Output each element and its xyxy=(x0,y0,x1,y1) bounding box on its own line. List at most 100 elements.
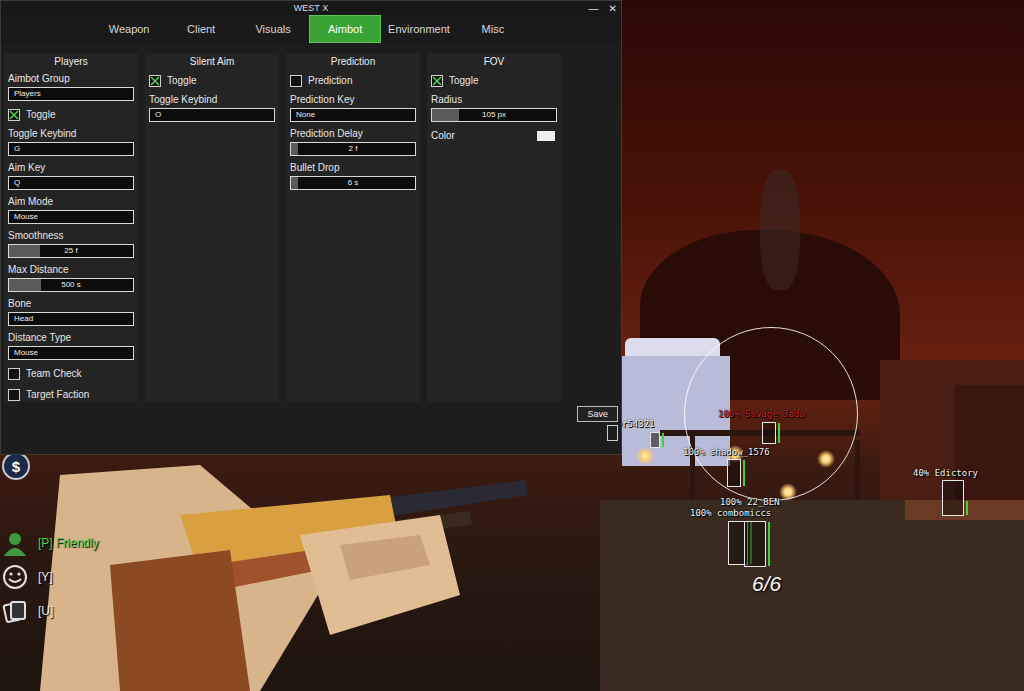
tab[interactable]: Visuals xyxy=(237,15,309,43)
field[interactable]: G xyxy=(8,142,134,156)
slider-fill xyxy=(432,109,459,121)
slider-item: Bullet Drop 6 s xyxy=(290,162,416,190)
field-item: Aim Key Q xyxy=(8,162,134,190)
field-label: Toggle Keybind xyxy=(8,128,134,140)
slider[interactable]: 105 px xyxy=(431,108,557,122)
field-label: Aim Key xyxy=(8,162,134,174)
resize-grip[interactable] xyxy=(607,425,618,441)
checkbox-row[interactable]: Toggle xyxy=(8,107,134,123)
field-label: Toggle Keybind xyxy=(149,94,275,106)
checkbox-row[interactable]: Toggle xyxy=(149,73,275,89)
checkbox-label: Toggle xyxy=(26,109,55,121)
road xyxy=(600,500,1024,691)
checkbox-label: Toggle xyxy=(167,75,196,87)
slider-item: Prediction Delay2 f xyxy=(290,128,416,156)
checkbox[interactable] xyxy=(8,389,20,401)
tab[interactable]: Client xyxy=(165,15,237,43)
tab[interactable]: Weapon xyxy=(93,15,165,43)
check-icon xyxy=(9,110,19,120)
slider-fill xyxy=(291,143,298,155)
column-header: Prediction xyxy=(290,53,416,71)
checkbox-label: Toggle xyxy=(449,75,478,87)
check-icon xyxy=(432,76,442,86)
slider-value: 6 s xyxy=(296,178,410,187)
lamp xyxy=(779,483,797,501)
keybind-label: [P] Friendly xyxy=(38,536,99,550)
color-label: Color xyxy=(431,130,455,142)
color-row: Color xyxy=(431,128,557,144)
cards-icon xyxy=(2,598,28,624)
checkbox[interactable] xyxy=(290,75,302,87)
settings-column: FOVToggleRadius105 pxColor xyxy=(427,53,561,403)
field[interactable]: Mouse xyxy=(8,346,134,360)
checkbox-row[interactable]: Target Faction xyxy=(8,387,134,403)
window-control[interactable]: ✕ xyxy=(609,3,617,14)
color-swatch[interactable] xyxy=(537,131,555,141)
title-bar[interactable]: WEST X—✕ xyxy=(1,1,621,15)
tab-bar: WeaponClientVisualsAimbotEnvironmentMisc xyxy=(1,15,621,43)
esp-label: 100% combomiccs xyxy=(690,508,771,518)
window-title: WEST X xyxy=(294,3,328,13)
esp-box xyxy=(727,459,741,487)
health-bar xyxy=(743,460,745,486)
slider[interactable]: 25 f xyxy=(8,244,134,258)
checkbox[interactable] xyxy=(8,109,20,121)
esp-label: 100% shadow_1576 xyxy=(683,447,770,457)
field[interactable]: Head xyxy=(8,312,134,326)
checkbox[interactable] xyxy=(431,75,443,87)
slider[interactable]: 6 s xyxy=(290,176,416,190)
field[interactable]: O xyxy=(149,108,275,122)
settings-column: PlayersAimbot GroupPlayersToggleToggle K… xyxy=(4,53,138,403)
slider-item: Max Distance 500 s xyxy=(8,264,134,292)
checkbox-label: Team Check xyxy=(26,368,82,380)
keybind-row: [U] xyxy=(2,598,99,624)
checkbox-label: Target Faction xyxy=(26,389,89,401)
slider-label: Max Distance xyxy=(8,264,134,276)
footer: Save xyxy=(1,402,621,454)
checkbox[interactable] xyxy=(8,368,20,380)
checkbox-row[interactable]: Team Check xyxy=(8,366,134,382)
field[interactable]: None xyxy=(290,108,416,122)
settings-column: Prediction Prediction Prediction Key None Pr… xyxy=(286,53,420,403)
check-icon xyxy=(150,76,160,86)
field[interactable]: Mouse xyxy=(8,210,134,224)
tab[interactable]: Environment xyxy=(381,15,457,43)
field-label: Prediction Key xyxy=(290,94,416,106)
keybind-row: [Y] xyxy=(2,564,99,590)
checkbox-row[interactable]: Prediction xyxy=(290,73,416,89)
esp-label: 40% Edictory xyxy=(913,468,978,478)
hud: $ [P] Friendly [Y] [U] xyxy=(2,452,99,632)
checkbox-row[interactable]: Toggle xyxy=(431,73,557,89)
keybind-label: [U] xyxy=(38,604,53,618)
settings-column: Silent AimToggleToggle KeybindO xyxy=(145,53,279,403)
money-badge[interactable]: $ xyxy=(2,452,30,480)
content: PlayersAimbot GroupPlayersToggleToggle K… xyxy=(1,47,621,403)
window-control[interactable]: — xyxy=(589,3,599,14)
field-item: Distance TypeMouse xyxy=(8,332,134,360)
checkbox[interactable] xyxy=(149,75,161,87)
game-scene: 100% Greenkor54321100% Savage_Jada100% s… xyxy=(0,0,1024,691)
tab[interactable]: Misc xyxy=(457,15,529,43)
field-item: Aimbot GroupPlayers xyxy=(8,73,134,101)
field[interactable]: Q xyxy=(8,176,134,190)
field-item: Aim ModeMouse xyxy=(8,196,134,224)
keybind-row: [P] Friendly xyxy=(2,530,99,556)
field[interactable]: Players xyxy=(8,87,134,101)
slider-value: 25 f xyxy=(14,246,128,255)
health-bar xyxy=(778,423,780,443)
fence xyxy=(905,500,1024,520)
slider-label: Radius xyxy=(431,94,557,106)
slider[interactable]: 2 f xyxy=(290,142,416,156)
health-bar xyxy=(768,522,770,566)
slider-label: Bullet Drop xyxy=(290,162,416,174)
slider[interactable]: 500 s xyxy=(8,278,134,292)
window-controls: —✕ xyxy=(589,1,617,15)
keybind-label: [Y] xyxy=(38,570,53,584)
tab[interactable]: Aimbot xyxy=(309,15,381,43)
esp-box xyxy=(942,480,964,516)
esp-label: 100% 22_BEN xyxy=(720,497,780,507)
field-label: Bone xyxy=(8,298,134,310)
smiley-icon xyxy=(2,564,28,590)
save-button[interactable]: Save xyxy=(577,406,618,422)
column-header: Players xyxy=(8,53,134,71)
